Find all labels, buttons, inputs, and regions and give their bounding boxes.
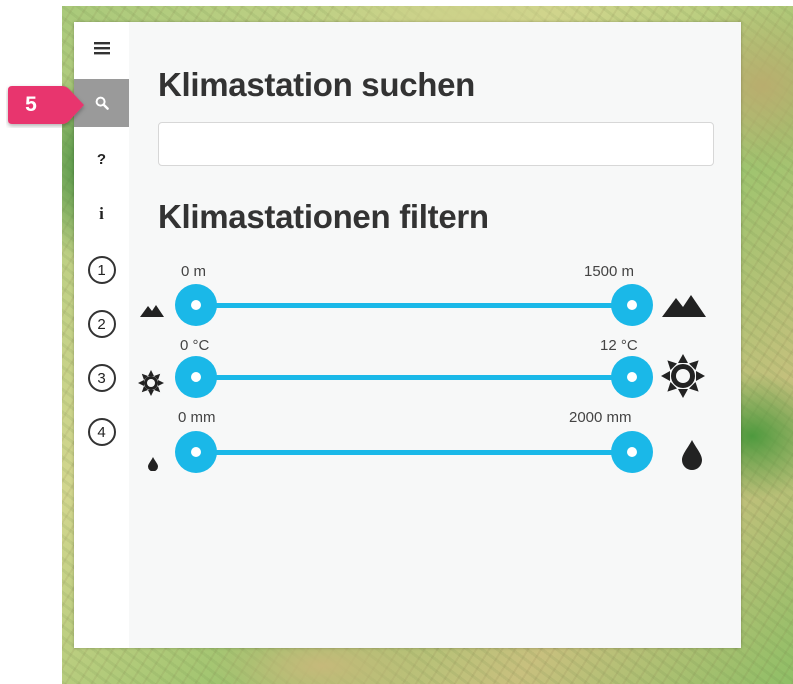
drop-large-icon [682, 440, 702, 470]
temperature-slider: 0 °C 12 °C [74, 332, 741, 402]
altitude-max-label: 1500 m [584, 263, 635, 280]
mountain-large-icon [662, 295, 706, 317]
mountain-small-icon [140, 305, 164, 317]
altitude-min-handle[interactable] [175, 284, 217, 326]
menu-button[interactable] [74, 28, 129, 68]
precipitation-max-label: 2000 mm [569, 409, 632, 426]
altitude-max-handle[interactable] [611, 284, 653, 326]
altitude-slider: 0 m 1500 m [74, 256, 741, 326]
precipitation-slider: 0 mm 2000 mm [74, 406, 741, 476]
help-icon: ? [96, 150, 107, 168]
altitude-min-label: 0 m [181, 263, 207, 280]
drop-small-icon [148, 457, 158, 471]
precipitation-max-handle[interactable] [611, 431, 653, 473]
altitude-track[interactable] [196, 303, 632, 308]
sun-large-icon [661, 354, 705, 398]
search-input[interactable] [158, 122, 714, 166]
step-badge-label: 5 [25, 93, 37, 116]
precipitation-min-label: 0 mm [178, 409, 216, 426]
info-icon: i [99, 204, 104, 223]
info-button[interactable]: i [74, 194, 129, 234]
temperature-min-label: 0 °C [180, 337, 210, 354]
search-title: Klimastation suchen [158, 66, 476, 103]
precipitation-min-handle[interactable] [175, 431, 217, 473]
search-icon [95, 96, 109, 110]
temperature-max-handle[interactable] [611, 356, 653, 398]
temperature-max-label: 12 °C [600, 337, 638, 354]
search-filter-panel: ? i 1 2 3 4 Klimastation suchen Klimasta… [74, 22, 741, 648]
precipitation-track[interactable] [196, 450, 632, 455]
temperature-track[interactable] [196, 375, 632, 380]
help-button[interactable]: ? [74, 139, 129, 179]
sun-small-icon [138, 370, 164, 396]
menu-icon [93, 42, 110, 55]
temperature-min-handle[interactable] [175, 356, 217, 398]
filter-title: Klimastationen filtern [158, 198, 489, 235]
